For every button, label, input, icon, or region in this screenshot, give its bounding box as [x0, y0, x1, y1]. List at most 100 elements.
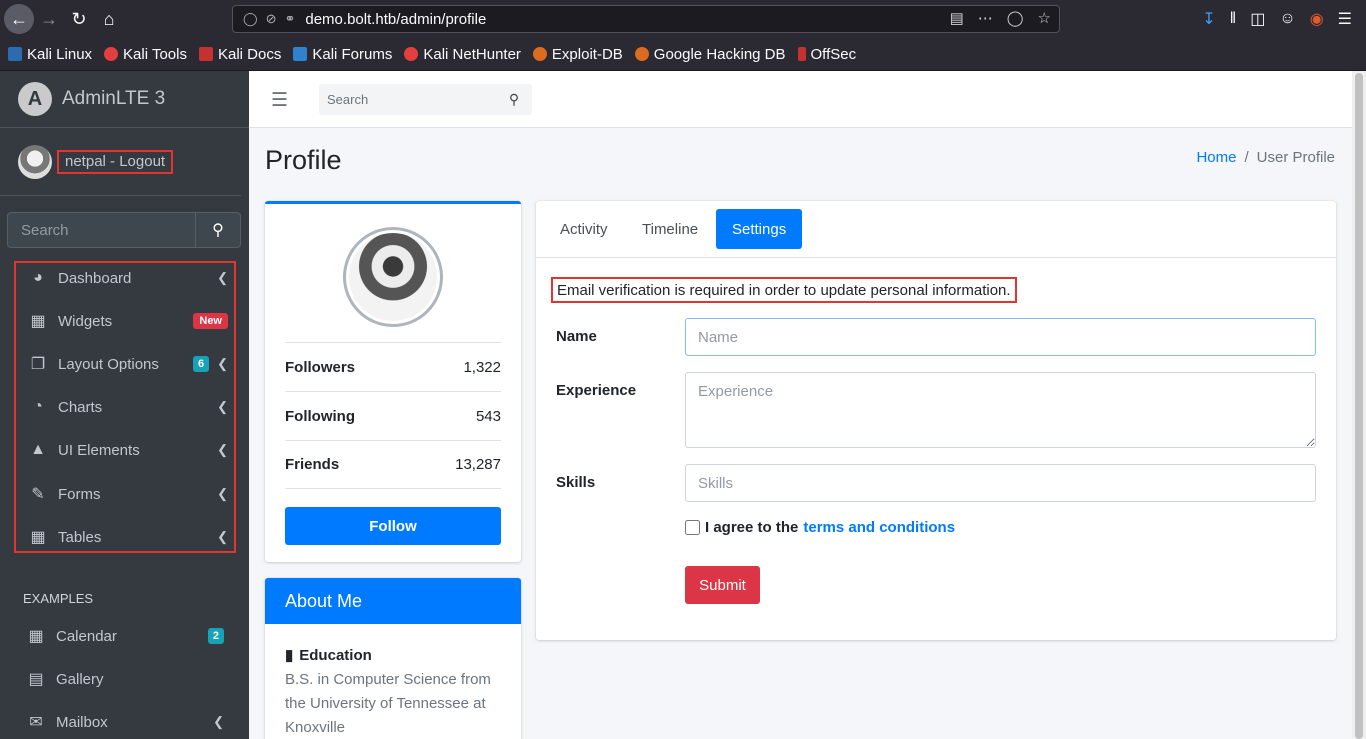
book-icon: ▮: [285, 647, 294, 664]
sidebar-item-widgets[interactable]: ▦ Widgets New: [16, 301, 236, 341]
adminlte-logo-icon: A: [18, 82, 52, 116]
sidebar-search: ⚲: [7, 212, 241, 248]
top-search: ⚲: [319, 84, 532, 115]
library-icon[interactable]: ‖: [1230, 10, 1237, 28]
browser-toolbar: ← → ↻ ⌂ ◯ ⊘ ⚭ demo.bolt.htb/admin/profile …: [0, 0, 1366, 38]
bookmark-google-hacking-db[interactable]: Google Hacking DB: [634, 46, 786, 63]
hamburger-icon[interactable]: ☰: [271, 89, 288, 112]
breadcrumb-home[interactable]: Home: [1196, 149, 1236, 166]
bookmark-offsec[interactable]: OffSec: [797, 46, 856, 63]
sidebar-item-mailbox[interactable]: ✉ Mailbox ❮: [14, 702, 236, 739]
download-icon[interactable]: ↧: [1202, 9, 1215, 29]
count-badge: 2: [207, 628, 224, 644]
brand-link[interactable]: A AdminLTE 3: [0, 71, 249, 128]
extension-icon[interactable]: ◉: [1310, 9, 1324, 29]
bookmarks-bar: Kali Linux Kali Tools Kali Docs Kali For…: [0, 38, 1366, 71]
profile-card: Followers 1,322 Following 543 Friends 13,28…: [265, 201, 521, 562]
chevron-left-icon: ❮: [217, 486, 228, 501]
sidebar-item-dashboard[interactable]: ◕ Dashboard ❮: [16, 258, 236, 298]
skills-field[interactable]: [685, 464, 1316, 502]
exploit-db-icon: [532, 47, 547, 61]
forward-icon[interactable]: →: [34, 4, 64, 34]
top-navbar: ☰ ⚲: [249, 71, 1352, 128]
pie-chart-icon: ◔: [33, 398, 43, 415]
about-card: About Me ▮ Education B.S. in Computer Sci…: [265, 578, 521, 739]
count-badge: 6: [192, 356, 210, 372]
breadcrumb-separator: /: [1244, 149, 1249, 166]
sidebar-item-calendar[interactable]: ▦ Calendar 2: [14, 616, 236, 656]
bookmark-kali-docs[interactable]: Kali Docs: [198, 46, 281, 63]
sidebar-item-tables[interactable]: ▦ Tables ❮: [16, 517, 236, 557]
search-icon[interactable]: ⚲: [499, 91, 529, 108]
settings-card: Activity Timeline Settings Email verific…: [536, 201, 1336, 640]
home-icon[interactable]: ⌂: [94, 4, 124, 34]
bookmark-kali-linux[interactable]: Kali Linux: [8, 46, 92, 63]
edit-icon: ✎: [31, 486, 45, 503]
sidebar-toggle-icon[interactable]: ◫: [1250, 9, 1265, 29]
scrollbar-thumb[interactable]: [1355, 73, 1363, 739]
kali-tools-icon: [104, 47, 119, 61]
url-bar[interactable]: ◯ ⊘ ⚭ demo.bolt.htb/admin/profile ▤ ⋯ ◯ ☆: [232, 5, 1060, 33]
tab-settings[interactable]: Settings: [716, 209, 803, 249]
reader-icon[interactable]: ▤: [950, 9, 964, 27]
breadcrumb: Home / User Profile: [1196, 149, 1335, 166]
skills-label: Skills: [556, 474, 596, 491]
kali-docs-icon: [198, 47, 213, 61]
url-security-icons: ◯ ⊘ ⚭: [243, 11, 295, 27]
pocket-icon[interactable]: ◯: [1007, 9, 1024, 27]
bookmark-kali-tools[interactable]: Kali Tools: [104, 46, 187, 63]
image-icon: ▤: [28, 671, 44, 688]
more-icon[interactable]: ⋯: [978, 9, 993, 27]
tab-activity[interactable]: Activity: [544, 209, 624, 249]
page-scrollbar[interactable]: [1352, 71, 1366, 739]
chevron-left-icon: ❮: [217, 270, 228, 285]
user-panel: netpal - Logout: [0, 128, 241, 196]
terms-agreement: I agree to the terms and conditions: [685, 519, 955, 536]
brand-text: AdminLTE 3: [62, 88, 166, 109]
submit-button[interactable]: Submit: [685, 566, 760, 604]
url-text[interactable]: demo.bolt.htb/admin/profile: [305, 11, 486, 28]
name-field[interactable]: [685, 318, 1316, 356]
sidebar-search-input[interactable]: [7, 212, 196, 248]
sidebar-item-ui-elements[interactable]: ▲ UI Elements ❮: [16, 430, 236, 470]
sidebar-item-charts[interactable]: ◔ Charts ❮: [16, 387, 236, 427]
name-label: Name: [556, 328, 597, 345]
terms-checkbox[interactable]: [685, 520, 700, 535]
tab-timeline[interactable]: Timeline: [626, 209, 714, 249]
chevron-left-icon: ❮: [217, 529, 228, 544]
sidebar-menu-highlight: ◕ Dashboard ❮ ▦ Widgets New ❐ Layout Opt…: [14, 261, 236, 553]
reload-icon[interactable]: ↻: [64, 4, 94, 34]
breadcrumb-current: User Profile: [1256, 149, 1335, 166]
chevron-left-icon: ❮: [213, 714, 224, 729]
bookmark-star-icon[interactable]: ☆: [1038, 9, 1051, 27]
kali-nethunter-icon: [404, 47, 419, 61]
key-icon: ⚭: [284, 11, 296, 26]
menu-icon[interactable]: ☰: [1338, 9, 1352, 29]
sidebar-item-forms[interactable]: ✎ Forms ❮: [16, 474, 236, 514]
profile-photo: [349, 233, 437, 321]
chevron-left-icon: ❮: [217, 399, 228, 414]
dashboard-icon: ◕: [33, 269, 43, 286]
stat-following: Following 543: [285, 391, 501, 440]
account-icon[interactable]: ☺: [1279, 10, 1295, 28]
experience-field[interactable]: [685, 372, 1316, 448]
top-search-input[interactable]: [319, 84, 499, 115]
chevron-left-icon: ❮: [217, 442, 228, 457]
stat-friends: Friends 13,287: [285, 440, 501, 489]
avatar: [18, 144, 52, 179]
search-icon[interactable]: ⚲: [196, 212, 241, 248]
bookmark-exploit-db[interactable]: Exploit-DB: [532, 46, 623, 63]
bookmark-kali-forums[interactable]: Kali Forums: [293, 46, 392, 63]
sidebar-item-layout-options[interactable]: ❐ Layout Options 6 ❮: [16, 344, 236, 384]
stat-followers: Followers 1,322: [285, 342, 501, 391]
sidebar-item-gallery[interactable]: ▤ Gallery: [14, 659, 236, 699]
terms-link[interactable]: terms and conditions: [803, 519, 955, 536]
no-tracking-icon: ⊘: [265, 11, 277, 26]
logout-link[interactable]: netpal - Logout: [57, 149, 174, 174]
back-icon[interactable]: ←: [4, 4, 34, 34]
widgets-icon: ▦: [30, 313, 46, 330]
bookmark-kali-nethunter[interactable]: Kali NetHunter: [404, 46, 521, 63]
kali-linux-icon: [8, 47, 22, 61]
about-title: About Me: [265, 578, 521, 624]
follow-button[interactable]: Follow: [285, 507, 501, 545]
